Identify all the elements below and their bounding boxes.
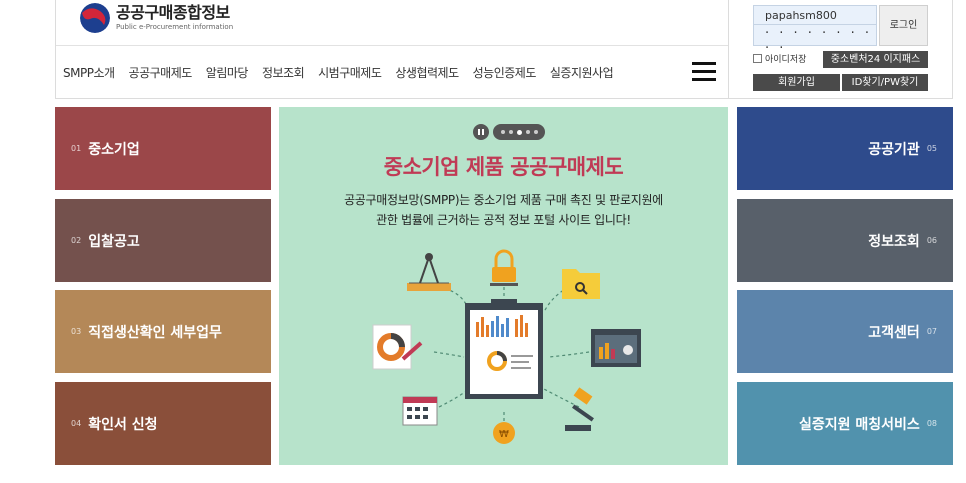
logo-subtitle: Public e-Procurement information bbox=[116, 23, 234, 31]
find-id-pw-button[interactable]: ID찾기/PW찾기 bbox=[842, 74, 928, 91]
tile-label: 공공기관 bbox=[868, 141, 920, 158]
coin-symbol: ₩ bbox=[499, 429, 509, 440]
user-id-field[interactable]: papahsm800 bbox=[753, 5, 877, 25]
logo-title: 공공구매종합정보 bbox=[116, 3, 230, 22]
tile-label: 직접생산확인 세부업무 bbox=[88, 324, 222, 341]
main-nav: SMPP소개 공공구매제도 알림마당 정보조회 시범구매제도 상생협력제도 성능… bbox=[63, 64, 627, 81]
save-id-checkbox[interactable]: 아이디저장 bbox=[753, 52, 806, 65]
nav-item-info-lookup[interactable]: 정보조회 bbox=[262, 64, 305, 81]
tile-label: 입찰공고 bbox=[88, 233, 140, 250]
tile-label: 확인서 신청 bbox=[88, 416, 158, 433]
tile-label: 고객센터 bbox=[868, 324, 920, 341]
tile-customer-center[interactable]: 고객센터 07 bbox=[737, 290, 953, 373]
site-logo[interactable]: 공공구매종합정보 Public e-Procurement informatio… bbox=[80, 3, 233, 33]
banner-illustration: ₩ bbox=[372, 249, 641, 444]
signup-button[interactable]: 회원가입 bbox=[753, 74, 840, 91]
nav-item-demo-support[interactable]: 실증지원사업 bbox=[550, 64, 614, 81]
hamburger-menu-icon[interactable] bbox=[692, 62, 716, 82]
tile-number: 03 bbox=[71, 327, 82, 336]
tile-number: 06 bbox=[926, 236, 937, 245]
calendar-icon bbox=[402, 396, 438, 426]
tile-direct-production[interactable]: 03 직접생산확인 세부업무 bbox=[55, 290, 271, 373]
password-field[interactable]: · · · · · · · · · · bbox=[753, 25, 877, 56]
tile-matching-service[interactable]: 실증지원 매칭서비스 08 bbox=[737, 382, 953, 465]
header-divider bbox=[728, 0, 729, 99]
tile-number: 08 bbox=[926, 419, 937, 428]
easy-pass-button[interactable]: 중소벤처24 이지패스 bbox=[823, 51, 928, 68]
tile-label: 정보조회 bbox=[868, 233, 920, 250]
gavel-icon bbox=[565, 387, 594, 431]
nav-item-smpp[interactable]: SMPP소개 bbox=[63, 64, 115, 81]
nav-item-cooperation[interactable]: 상생협력제도 bbox=[395, 64, 459, 81]
tile-number: 07 bbox=[926, 327, 937, 336]
compass-icon bbox=[407, 253, 451, 291]
tile-label: 실증지원 매칭서비스 bbox=[799, 416, 920, 433]
taegeuk-icon bbox=[80, 3, 110, 33]
monitor-icon bbox=[591, 329, 641, 367]
report-chart-icon bbox=[372, 324, 423, 370]
nav-item-pilot-purchase[interactable]: 시범구매제도 bbox=[318, 64, 382, 81]
save-id-label: 아이디저장 bbox=[765, 55, 807, 65]
won-coin-icon: ₩ bbox=[493, 422, 515, 444]
tile-number: 05 bbox=[926, 144, 937, 153]
lock-icon bbox=[490, 249, 518, 286]
nav-divider bbox=[56, 45, 728, 46]
tile-label: 중소기업 bbox=[88, 141, 140, 158]
login-button[interactable]: 로그인 bbox=[879, 5, 928, 46]
nav-item-notice[interactable]: 알림마당 bbox=[206, 64, 249, 81]
tile-info-lookup[interactable]: 정보조회 06 bbox=[737, 199, 953, 282]
tile-number: 04 bbox=[71, 419, 82, 428]
checkbox-icon[interactable] bbox=[753, 54, 762, 63]
nav-item-public-purchase[interactable]: 공공구매제도 bbox=[129, 64, 193, 81]
clipboard-chart-icon bbox=[465, 299, 543, 399]
folder-search-icon bbox=[562, 269, 600, 299]
tile-bid-notice[interactable]: 02 입찰공고 bbox=[55, 199, 271, 282]
tile-sme[interactable]: 01 중소기업 bbox=[55, 107, 271, 190]
tile-certificate-apply[interactable]: 04 확인서 신청 bbox=[55, 382, 271, 465]
tile-number: 01 bbox=[71, 144, 82, 153]
tile-number: 02 bbox=[71, 236, 82, 245]
tile-public-institution[interactable]: 공공기관 05 bbox=[737, 107, 953, 190]
nav-item-performance-cert[interactable]: 성능인증제도 bbox=[473, 64, 537, 81]
